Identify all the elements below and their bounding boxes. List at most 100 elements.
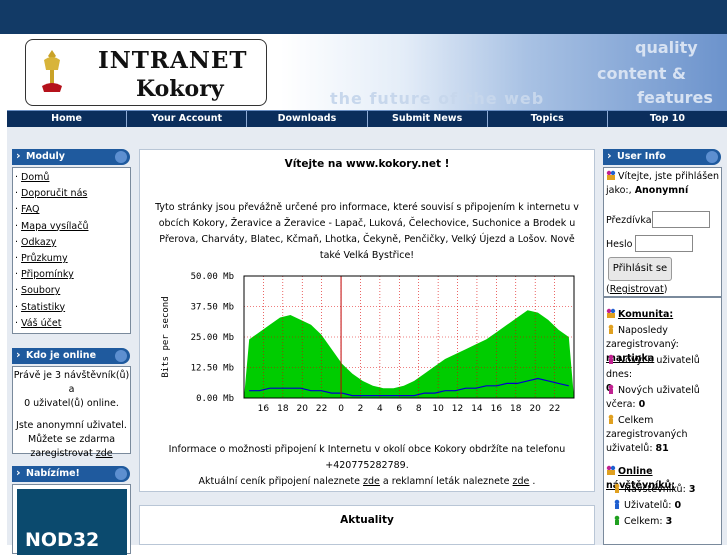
- users-count: Uživatelů: 0: [612, 499, 681, 513]
- tagline-3: features: [637, 88, 713, 107]
- x-tick-label: 18: [510, 404, 522, 414]
- x-tick-label: 20: [297, 404, 309, 414]
- offer-title-text: Nabízíme!: [26, 468, 80, 479]
- who-online-block: Právě je 3 návštěvník(ů) a 0 uživatel(ů)…: [12, 366, 131, 459]
- module-link-account[interactable]: Váš účet: [21, 318, 61, 329]
- pricelist-link[interactable]: zde: [363, 476, 380, 487]
- community-block: Komunita: Naposledy zaregistrovaný: mart…: [603, 297, 722, 475]
- y-tick-label: 37.50 Mb: [191, 303, 234, 313]
- list-item: · Statistiky: [15, 301, 66, 313]
- bullet-icon: [115, 468, 127, 480]
- nav-top-10[interactable]: Top 10: [608, 111, 727, 127]
- person-icon: [608, 324, 614, 334]
- x-tick-label: 12: [452, 404, 463, 414]
- nod32-label: NOD32: [25, 529, 100, 551]
- connection-info: Informace o možnosti připojení k Interne…: [148, 442, 586, 490]
- leaflet-link[interactable]: zde: [513, 476, 530, 487]
- list-item: · Průzkumy: [15, 252, 68, 264]
- who-online-title-text: Kdo je online: [26, 350, 97, 361]
- visitors-count: Návštěvníků: 3: [612, 483, 695, 497]
- main-nav: Home Your Account Downloads Submit News …: [7, 110, 727, 127]
- community-title[interactable]: Komunita:: [618, 309, 673, 320]
- person-icon: [608, 354, 614, 364]
- module-link-transmitter-map[interactable]: Mapa vysílačů: [21, 221, 88, 232]
- nav-topics[interactable]: Topics: [488, 111, 608, 127]
- person-icon: [608, 384, 614, 394]
- list-item: · Domů: [15, 172, 50, 183]
- nickname-label: Přezdívka: [606, 215, 652, 226]
- welcome-description: Tyto stránky jsou převážně určené pro in…: [155, 202, 579, 261]
- modules-block: · Domů · Doporučit nás · FAQ · Mapa vysí…: [12, 167, 131, 334]
- login-button[interactable]: Přihlásit se: [608, 257, 672, 281]
- welcome-title: Vítejte na www.kokory.net !: [284, 158, 450, 170]
- module-link-statistics[interactable]: Statistiky: [21, 302, 65, 313]
- users-icon: [606, 465, 616, 475]
- module-link-recommend[interactable]: Doporučit nás: [21, 188, 87, 199]
- list-item: · FAQ: [15, 204, 40, 216]
- bullet-icon: [115, 350, 127, 362]
- x-tick-label: 4: [377, 404, 383, 414]
- users-icon: [606, 308, 616, 318]
- online-visitors-block: Online návštěvníků: Návštěvníků: 3 Uživa…: [603, 463, 722, 545]
- x-tick-label: 16: [258, 404, 270, 414]
- x-tick-label: 18: [277, 404, 289, 414]
- register-link[interactable]: Registrovat: [610, 284, 664, 295]
- offer-block: NOD32: [12, 484, 131, 555]
- total-registered-value: 81: [655, 443, 669, 454]
- module-link-links[interactable]: Odkazy: [21, 237, 56, 248]
- news-title: Aktuality: [340, 514, 394, 526]
- new-yesterday-value: 0: [638, 399, 646, 410]
- modules-title-text: Moduly: [26, 151, 65, 162]
- traffic-chart-svg: 50.00 Mb 37.50 Mb 25.00 Mb 12.50 Mb 0.00 Mb 1…: [161, 272, 575, 414]
- module-link-polls[interactable]: Průzkumy: [21, 253, 68, 264]
- visitors-value: 3: [688, 484, 696, 495]
- nav-submit-news[interactable]: Submit News: [368, 111, 488, 127]
- x-tick-label: 6: [396, 404, 402, 414]
- nav-your-account[interactable]: Your Account: [127, 111, 248, 127]
- person-icon: [614, 499, 620, 509]
- anonymous-text: Jste anonymní uživatel.: [16, 420, 127, 431]
- user-info-block: Vítejte, jste přihlášen jako:, Anonymní …: [603, 167, 722, 297]
- list-item: · Mapa vysílačů: [15, 220, 89, 232]
- pricelist-info: Aktuální ceník připojení naleznete zde a…: [198, 476, 536, 487]
- bullet-icon: [706, 151, 718, 163]
- module-link-files[interactable]: Soubory: [21, 285, 60, 296]
- users-icon: [606, 170, 616, 180]
- list-item: · Doporučit nás: [15, 188, 88, 200]
- new-yesterday: Nových uživatelů včera: 0: [606, 384, 700, 410]
- news-panel: Aktuality: [139, 505, 595, 545]
- x-tick-label: 14: [471, 404, 483, 414]
- x-tick-label: 10: [432, 404, 444, 414]
- greeting: Vítejte, jste přihlášen jako:, Anonymní: [606, 170, 720, 196]
- logo-subtitle: Kokory: [136, 76, 224, 102]
- users-value: 0: [674, 500, 682, 511]
- y-tick-label: 0.00 Mb: [196, 394, 234, 404]
- nickname-input[interactable]: [652, 211, 710, 228]
- y-tick-label: 50.00 Mb: [191, 272, 234, 282]
- site-banner: INTRANET Kokory the future of the web qu…: [7, 34, 727, 110]
- x-tick-label: 8: [416, 404, 422, 414]
- crest-icon: [34, 46, 70, 98]
- password-input[interactable]: [635, 235, 693, 252]
- user-info-title-text: User Info: [617, 151, 666, 162]
- traffic-chart: 50.00 Mb 37.50 Mb 25.00 Mb 12.50 Mb 0.00 Mb 1…: [140, 268, 596, 418]
- x-tick-label: 0: [338, 404, 344, 414]
- register-here-link[interactable]: zde: [96, 448, 113, 459]
- x-tick-label: 22: [549, 404, 560, 414]
- content-area: Moduly · Domů · Doporučit nás · FAQ · Ma…: [7, 127, 727, 555]
- community-heading: Komunita:: [606, 308, 673, 322]
- module-link-comments[interactable]: Připomínky: [21, 269, 74, 280]
- module-link-faq[interactable]: FAQ: [21, 204, 39, 215]
- nav-downloads[interactable]: Downloads: [247, 111, 368, 127]
- logo-title: INTRANET: [98, 47, 248, 74]
- module-link-home[interactable]: Domů: [21, 172, 49, 183]
- top-band: [0, 0, 727, 34]
- nav-home[interactable]: Home: [7, 111, 128, 127]
- online-count-text: Právě je 3 návštěvník(ů) a: [13, 370, 130, 395]
- x-tick-label: 22: [316, 404, 327, 414]
- x-tick-label: 2: [358, 404, 364, 414]
- site-logo[interactable]: INTRANET Kokory: [25, 39, 267, 106]
- list-item: · Odkazy: [15, 236, 57, 248]
- nod32-banner[interactable]: NOD32: [17, 489, 127, 555]
- tagline-1: quality: [635, 38, 698, 57]
